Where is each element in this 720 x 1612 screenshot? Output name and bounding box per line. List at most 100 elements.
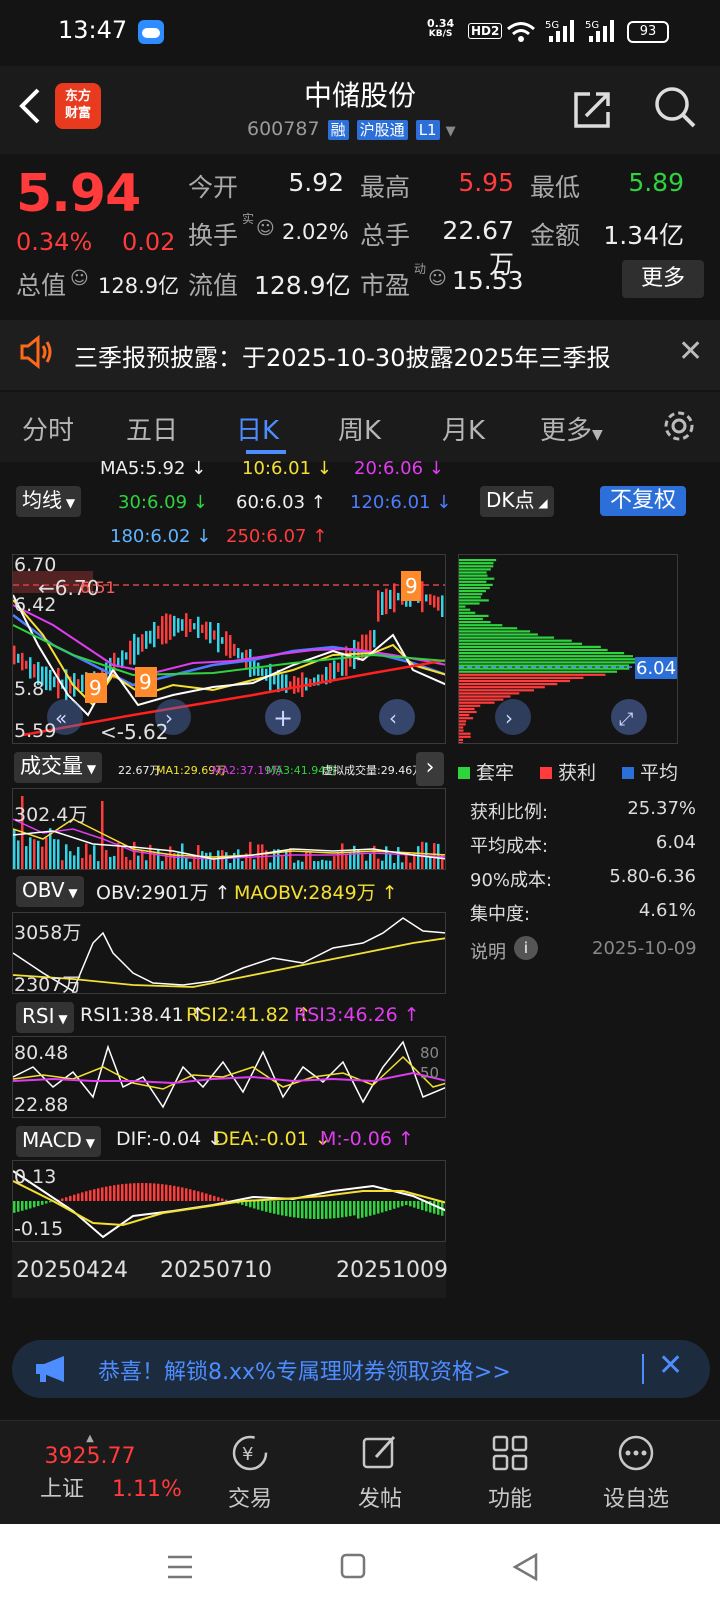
volume-bar [405, 853, 408, 869]
ma250-label: 250:6.07 ↑ [226, 526, 328, 547]
kline-candle [173, 615, 176, 637]
volume-bar [329, 860, 332, 869]
volume-bar [281, 856, 284, 869]
legend-trapped: 套牢 [458, 758, 514, 785]
kline-candle [213, 630, 216, 640]
stock-code-row[interactable]: 600787 融 沪股通 L1 ▼ [247, 118, 456, 140]
macd-bar [205, 1193, 208, 1201]
share-icon[interactable] [570, 88, 614, 132]
chip-bar [459, 586, 490, 590]
macd-select[interactable]: MACD ▼ [16, 1126, 101, 1157]
index-quote[interactable]: ▲ 3925.77 上证 1.11% [40, 1433, 182, 1503]
info-icon-2[interactable]: ☺ [70, 268, 89, 289]
speaker-icon [20, 334, 52, 370]
chip-bar [459, 590, 486, 593]
tab-monthly-k[interactable]: 月K [442, 410, 485, 447]
adjust-button[interactable]: 不复权 [600, 486, 687, 516]
turnover-sup: 实 [242, 212, 255, 226]
chip-bar [459, 571, 487, 574]
tab-intraday[interactable]: 分时 [22, 410, 74, 447]
kline-candle [437, 596, 440, 611]
volume-bar [61, 860, 64, 869]
info-icon[interactable]: ☺ [256, 218, 275, 239]
chip-distribution-chart[interactable]: › ⤢ [458, 554, 678, 744]
rsi-chart[interactable] [12, 1036, 446, 1118]
chip-bar [459, 673, 606, 676]
macd-bar [105, 1186, 108, 1201]
kline-candle [433, 595, 436, 608]
expand-arrow-icon[interactable]: › [416, 752, 444, 786]
menu-icon[interactable] [166, 1554, 194, 1580]
nav-post[interactable]: 发帖 [340, 1433, 420, 1513]
close-icon[interactable]: ✕ [678, 334, 703, 369]
close-icon[interactable]: ✕ [658, 1348, 683, 1383]
obv-y-bottom: 2307万 [14, 974, 82, 996]
kline-candle [289, 681, 292, 688]
obv-select[interactable]: OBV ▼ [16, 876, 84, 907]
volume-select[interactable]: 成交量 ▼ [14, 752, 103, 783]
float-label: 流值 [188, 271, 239, 300]
tab-daily-k[interactable]: 日K [236, 410, 279, 447]
back-icon[interactable] [512, 1553, 538, 1581]
search-icon[interactable] [652, 84, 698, 130]
info-circle-icon[interactable]: i [514, 936, 538, 960]
kline-candle [441, 595, 444, 617]
volume-bar [361, 852, 364, 869]
volume-bar [229, 862, 232, 869]
chip-bar [459, 568, 491, 571]
active-tab-indicator [246, 450, 286, 454]
macd-bar [209, 1194, 212, 1201]
svg-text:5G: 5G [585, 20, 599, 31]
tab-more[interactable]: 更多▼ [540, 410, 603, 447]
macd-bar [333, 1201, 336, 1219]
nav-function[interactable]: 功能 [470, 1433, 550, 1513]
chip-bar [459, 717, 474, 720]
macd-bar [45, 1201, 48, 1204]
macd-bar [401, 1201, 404, 1207]
promo-banner[interactable]: 恭喜！解锁8.xx%专属理财券领取资格>> ✕ [12, 1340, 710, 1398]
kline-candle [257, 662, 260, 676]
tab-weekly-k[interactable]: 周K [338, 410, 381, 447]
tab-five-day[interactable]: 五日 [126, 410, 178, 447]
rsi-select[interactable]: RSI ▼ [16, 1002, 74, 1033]
chip-bar [459, 698, 504, 701]
chip-bar [459, 639, 572, 642]
macd-bar [261, 1201, 264, 1211]
macd-y-top: 0.13 [14, 1166, 57, 1188]
volume-bar [25, 846, 28, 869]
kline-candle [221, 637, 224, 644]
gear-icon[interactable] [661, 408, 697, 444]
nav-add-watchlist[interactable]: 设自选 [596, 1433, 676, 1513]
info-icon-3[interactable]: ☺ [428, 268, 447, 289]
macd-bar [281, 1201, 284, 1216]
kline-y-mid2: 5.8 [14, 678, 45, 700]
nav-trade[interactable]: ¥ 交易 [210, 1433, 290, 1513]
chip-bar [459, 627, 518, 630]
macd-y-bottom: -0.15 [14, 1218, 64, 1240]
volume-bar [205, 852, 208, 869]
ma-select[interactable]: 均线 ▼ [16, 486, 82, 517]
volume-bar [217, 850, 220, 869]
kline-candle [381, 592, 384, 616]
chip-note-date: 2025-10-09 [592, 938, 697, 959]
dk-point-select[interactable]: DK点 ◢ [480, 486, 554, 517]
kline-candle [17, 653, 20, 663]
macd-bar [393, 1201, 396, 1209]
kline-candle [425, 594, 428, 602]
kline-dash-price: 6.51 [80, 578, 116, 597]
macd-bar [25, 1201, 28, 1210]
volume-bar [101, 801, 104, 869]
chip-bar [459, 686, 545, 689]
home-icon[interactable] [340, 1553, 366, 1579]
chip-bar [459, 636, 555, 639]
macd-chart[interactable] [12, 1160, 446, 1242]
kline-candle [177, 618, 180, 633]
kline-candle [53, 676, 56, 688]
notice-bar[interactable]: 三季报预披露：于2025-10-30披露2025年三季报 ✕ [0, 320, 720, 390]
macd-bar [353, 1201, 356, 1216]
volume-bar [409, 862, 412, 869]
chip-bar [459, 726, 464, 729]
rsi2-label: RSI2:41.82 ↑ [186, 1004, 312, 1026]
macd-bar [341, 1201, 344, 1218]
more-button[interactable]: 更多 [622, 260, 704, 298]
